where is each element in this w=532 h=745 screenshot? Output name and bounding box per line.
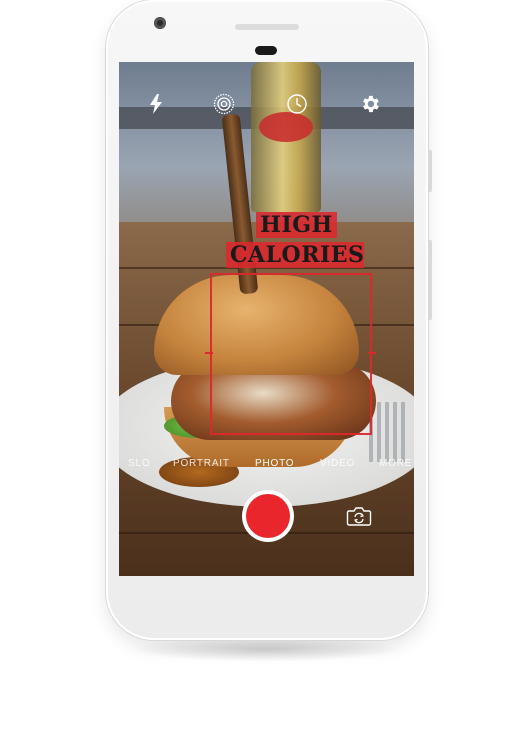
- mode-portrait[interactable]: PORTRAIT: [173, 458, 230, 469]
- switch-camera-icon[interactable]: [346, 505, 372, 527]
- mode-slo[interactable]: SLO: [128, 458, 150, 469]
- proximity-sensor: [255, 46, 277, 55]
- camera-viewfinder[interactable]: HIGH CALORIES SLO PORTRAIT PHOTO VIDEO M…: [119, 62, 414, 576]
- live-photo-icon[interactable]: [212, 92, 236, 116]
- ar-tag-line-2: CALORIES: [226, 242, 364, 268]
- detection-box-tick-left: [205, 352, 213, 354]
- ar-detection-box[interactable]: [210, 273, 372, 435]
- ar-tag-line-1: HIGH: [256, 212, 337, 238]
- front-camera: [154, 17, 166, 29]
- camera-mode-selector: SLO PORTRAIT PHOTO VIDEO MORE: [119, 458, 414, 474]
- photo-fork: [369, 402, 409, 462]
- power-button: [428, 240, 432, 320]
- mode-video[interactable]: VIDEO: [320, 458, 355, 469]
- mode-more[interactable]: MORE: [379, 458, 412, 469]
- earpiece-speaker: [235, 24, 299, 30]
- shutter-button[interactable]: [242, 490, 294, 542]
- detection-box-tick-right: [368, 352, 376, 354]
- mode-photo[interactable]: PHOTO: [255, 458, 294, 469]
- camera-top-bar: [119, 84, 414, 124]
- timer-icon[interactable]: [285, 92, 309, 116]
- flash-icon[interactable]: [144, 92, 168, 116]
- volume-button: [428, 150, 432, 192]
- shutter-button-inner: [246, 494, 290, 538]
- settings-icon[interactable]: [358, 92, 382, 116]
